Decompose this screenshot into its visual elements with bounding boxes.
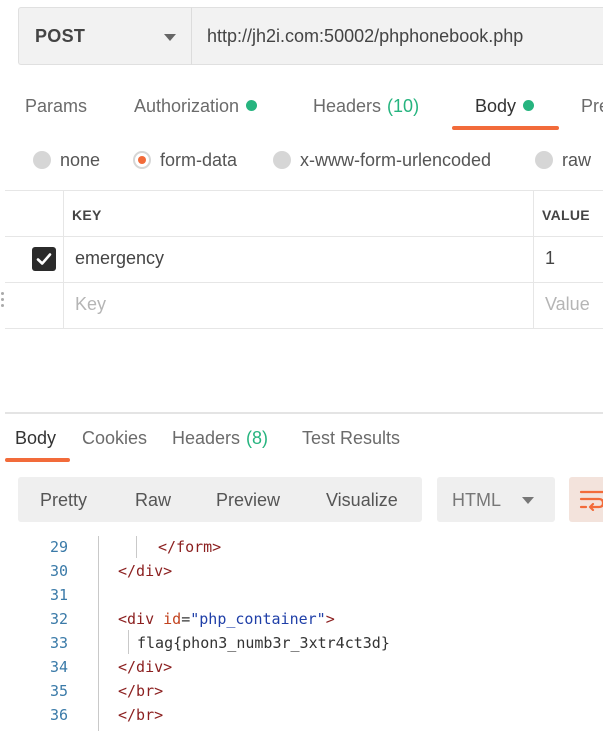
code-line: </div> — [118, 562, 173, 580]
drag-handle-icon[interactable] — [1, 292, 5, 312]
radio-label: raw — [562, 150, 592, 170]
table-divider — [63, 190, 64, 328]
active-tab-indicator — [5, 458, 70, 462]
response-code-viewer[interactable]: 29 30 31 32 33 34 35 36 </form> </div> <… — [0, 536, 603, 746]
response-tab-test-results[interactable]: Test Results — [302, 428, 400, 449]
code-token-string: "php_container" — [190, 610, 326, 628]
tab-label: Body — [475, 96, 517, 116]
line-number: 35 — [49, 682, 68, 700]
view-raw-button[interactable]: Raw — [135, 490, 171, 511]
code-token-tag: <div — [118, 610, 164, 628]
view-mode-group: Pretty Raw Preview Visualize — [18, 477, 422, 522]
code-line-flag: flag{phon3_numb3r_3xtr4ct3d} — [137, 634, 390, 652]
radio-button-icon[interactable] — [273, 151, 291, 169]
tab-label: Headers — [172, 428, 241, 448]
tab-label: Pre — [581, 96, 603, 116]
radio-button-icon[interactable] — [33, 151, 51, 169]
code-line: </div> — [118, 658, 173, 676]
code-line: </br> — [118, 682, 164, 700]
table-cell-key[interactable]: emergency — [75, 248, 164, 269]
chevron-down-icon — [164, 34, 176, 41]
wrap-lines-icon — [579, 490, 603, 511]
tab-label: Authorization — [134, 96, 240, 116]
line-number: 31 — [49, 586, 68, 604]
line-number: 29 — [49, 538, 68, 556]
tab-headers[interactable]: Headers (10) — [313, 96, 419, 117]
url-input[interactable]: http://jh2i.com:50002/phphonebook.php — [191, 7, 603, 65]
code-token-attribute: id — [163, 610, 182, 628]
code-line: </br> — [118, 706, 164, 724]
radio-label: form-data — [160, 150, 238, 170]
checkmark-icon — [36, 253, 52, 265]
method-select[interactable]: POST — [18, 7, 191, 65]
radio-button-icon[interactable] — [535, 151, 553, 169]
radio-selected-icon[interactable] — [133, 151, 151, 169]
radio-label: none — [60, 150, 101, 170]
status-dot-icon — [246, 100, 258, 111]
tab-count-badge: (8) — [246, 428, 269, 448]
radio-label: x-www-form-urlencoded — [300, 150, 492, 170]
view-preview-button[interactable]: Preview — [216, 490, 280, 511]
line-number: 36 — [49, 706, 68, 724]
response-tab-headers[interactable]: Headers (8) — [172, 428, 268, 449]
tab-authorization[interactable]: Authorization — [134, 96, 258, 117]
tab-pre-request[interactable]: Pre — [581, 96, 603, 117]
url-text: http://jh2i.com:50002/phphonebook.php — [207, 26, 524, 46]
table-divider — [533, 190, 534, 328]
line-number: 32 — [49, 610, 68, 628]
table-divider — [5, 236, 603, 237]
tab-label: Params — [25, 96, 88, 116]
pane-resize-divider[interactable] — [5, 412, 603, 414]
tab-body[interactable]: Body — [475, 96, 535, 117]
value-input-placeholder[interactable]: Value — [545, 294, 590, 315]
status-dot-icon — [523, 100, 535, 111]
active-tab-indicator — [452, 126, 559, 130]
response-tab-cookies[interactable]: Cookies — [82, 428, 147, 449]
code-line: </form> — [158, 538, 222, 556]
view-pretty-button[interactable]: Pretty — [40, 490, 87, 511]
line-number: 33 — [49, 634, 68, 652]
key-input-placeholder[interactable]: Key — [75, 294, 106, 315]
language-label: HTML — [452, 490, 501, 510]
chevron-down-icon — [522, 497, 534, 504]
table-divider — [5, 328, 603, 329]
table-border — [5, 190, 603, 191]
code-token-tag: > — [325, 610, 335, 628]
wrap-lines-button[interactable] — [569, 477, 603, 522]
column-header-key: KEY — [72, 207, 102, 223]
table-cell-value[interactable]: 1 — [545, 248, 555, 269]
tab-params[interactable]: Params — [25, 96, 87, 117]
tab-count-badge: (10) — [387, 96, 420, 116]
code-token-operator: = — [181, 610, 191, 628]
tab-label: Headers — [313, 96, 382, 116]
line-number: 30 — [49, 562, 68, 580]
language-select[interactable]: HTML — [437, 477, 555, 522]
column-header-value: VALUE — [542, 207, 590, 223]
view-visualize-button[interactable]: Visualize — [326, 490, 398, 511]
response-tab-body[interactable]: Body — [15, 428, 56, 449]
row-enabled-checkbox[interactable] — [32, 247, 56, 271]
method-label: POST — [35, 26, 86, 46]
table-divider — [5, 282, 603, 283]
code-line: <div id="php_container"> — [118, 610, 335, 628]
line-number: 34 — [49, 658, 68, 676]
